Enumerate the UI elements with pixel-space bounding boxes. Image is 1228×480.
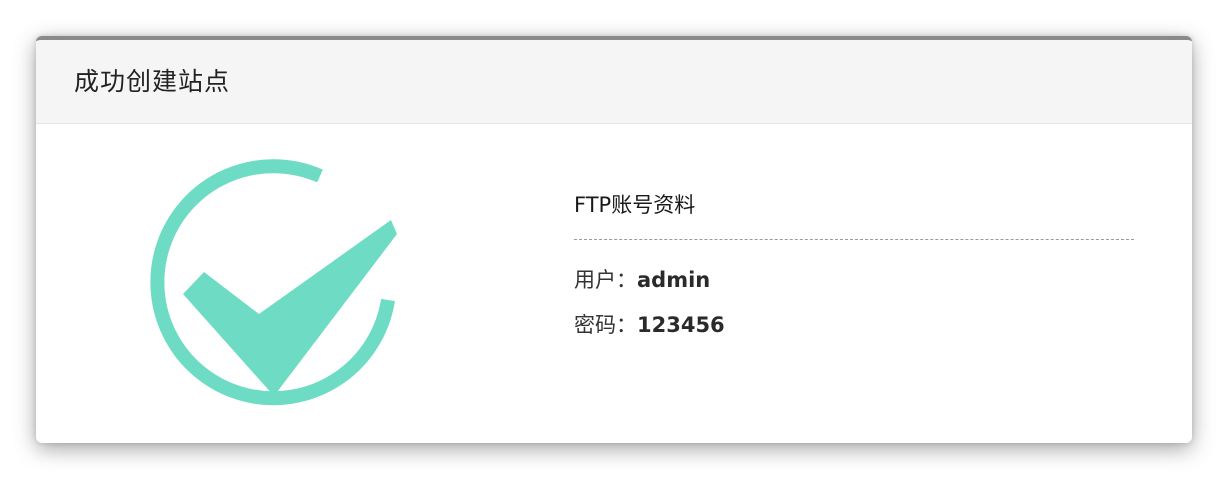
dialog-title: 成功创建站点 xyxy=(74,67,231,96)
ftp-password-row: 密码：123456 xyxy=(574,310,1134,340)
success-check-icon xyxy=(150,159,397,406)
ftp-user-value: admin xyxy=(637,268,711,292)
dashed-divider xyxy=(574,239,1134,240)
ftp-password-label: 密码： xyxy=(574,313,637,337)
ftp-info-panel: FTP账号资料 用户：admin 密码：123456 xyxy=(574,190,1134,340)
site-created-dialog: 成功创建站点 FTP账号资料 用户：admin 密码：123456 xyxy=(36,36,1192,443)
success-checkmark xyxy=(183,220,397,396)
ftp-user-label: 用户： xyxy=(574,268,637,292)
ftp-user-row: 用户：admin xyxy=(574,265,1134,295)
ftp-info-heading: FTP账号资料 xyxy=(574,193,696,217)
dialog-header: 成功创建站点 xyxy=(36,40,1192,124)
ftp-password-value: 123456 xyxy=(637,313,725,337)
